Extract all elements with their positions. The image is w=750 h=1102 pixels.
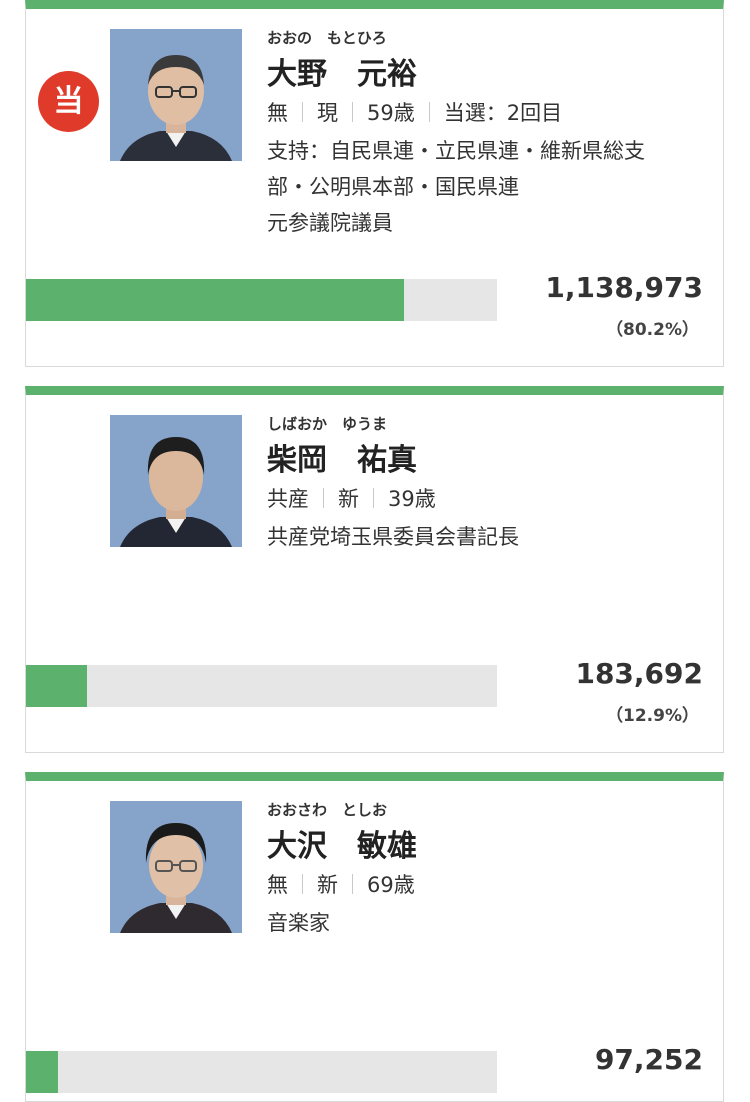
vote-bar bbox=[26, 279, 497, 321]
elected-count-label: 当選：2回目 bbox=[443, 101, 563, 125]
party-label: 無 bbox=[267, 101, 288, 125]
status-label: 現 bbox=[317, 101, 338, 125]
vote-count: 1,138,973 bbox=[545, 271, 703, 304]
vote-count: 97,252 bbox=[594, 1043, 703, 1076]
career-text: 共産党埼玉県委員会書記長 bbox=[267, 525, 519, 549]
status-label: 新 bbox=[338, 487, 359, 511]
vote-count: 183,692 bbox=[575, 657, 703, 690]
divider bbox=[302, 102, 303, 122]
divider bbox=[352, 874, 353, 894]
candidate-kana: おおの もとひろ bbox=[267, 29, 387, 47]
divider bbox=[323, 488, 324, 508]
person-portrait-icon bbox=[110, 801, 242, 933]
career-text: 元参議院議員 bbox=[267, 211, 393, 235]
elected-badge: 当 bbox=[38, 71, 99, 132]
support-line: 支持：自民県連・立民県連・維新県総支 bbox=[267, 139, 645, 163]
candidate-name: 大野 元裕 bbox=[267, 57, 417, 92]
candidate-card[interactable]: しばおか ゆうま 柴岡 祐真 共産 新 39歳 共産党埼玉県委員会書記長 183… bbox=[25, 386, 724, 753]
candidate-card[interactable]: おおさわ としお 大沢 敏雄 無 新 69歳 音楽家 97,252 bbox=[25, 772, 724, 1102]
vote-percent: （80.2%） bbox=[606, 320, 699, 340]
support-text: 支持：自民県連・立民県連・維新県総支 部・公明県本部・国民県連 元参議院議員 bbox=[267, 133, 707, 241]
vote-percent: （12.9%） bbox=[606, 706, 699, 726]
career-block: 音楽家 bbox=[267, 905, 707, 941]
candidate-meta: 無 新 69歳 bbox=[267, 869, 415, 899]
divider bbox=[302, 874, 303, 894]
age-label: 59歳 bbox=[367, 101, 415, 125]
party-label: 共産 bbox=[267, 487, 309, 511]
career-text: 音楽家 bbox=[267, 911, 330, 935]
person-portrait-icon bbox=[110, 29, 242, 161]
party-label: 無 bbox=[267, 873, 288, 897]
candidate-kana: おおさわ としお bbox=[267, 801, 388, 819]
person-portrait-icon bbox=[110, 415, 242, 547]
candidate-card[interactable]: 当 おおの もとひろ 大野 元裕 無 現 59歳 当選：2回目 支持：自民県連・… bbox=[25, 0, 724, 367]
vote-bar bbox=[26, 1051, 497, 1093]
age-label: 69歳 bbox=[367, 873, 415, 897]
divider bbox=[352, 102, 353, 122]
career-block: 共産党埼玉県委員会書記長 bbox=[267, 519, 707, 555]
support-line: 部・公明県本部・国民県連 bbox=[267, 175, 519, 199]
vote-bar-fill bbox=[26, 1051, 58, 1093]
vote-bar-fill bbox=[26, 279, 404, 321]
age-label: 39歳 bbox=[388, 487, 436, 511]
candidate-kana: しばおか ゆうま bbox=[267, 415, 388, 433]
vote-bar-fill bbox=[26, 665, 87, 707]
status-label: 新 bbox=[317, 873, 338, 897]
divider bbox=[428, 102, 430, 122]
candidate-meta: 共産 新 39歳 bbox=[267, 483, 436, 513]
candidate-name: 大沢 敏雄 bbox=[267, 829, 417, 864]
candidate-meta: 無 現 59歳 当選：2回目 bbox=[267, 97, 562, 127]
candidate-name: 柴岡 祐真 bbox=[267, 443, 417, 478]
divider bbox=[373, 488, 374, 508]
vote-bar bbox=[26, 665, 497, 707]
